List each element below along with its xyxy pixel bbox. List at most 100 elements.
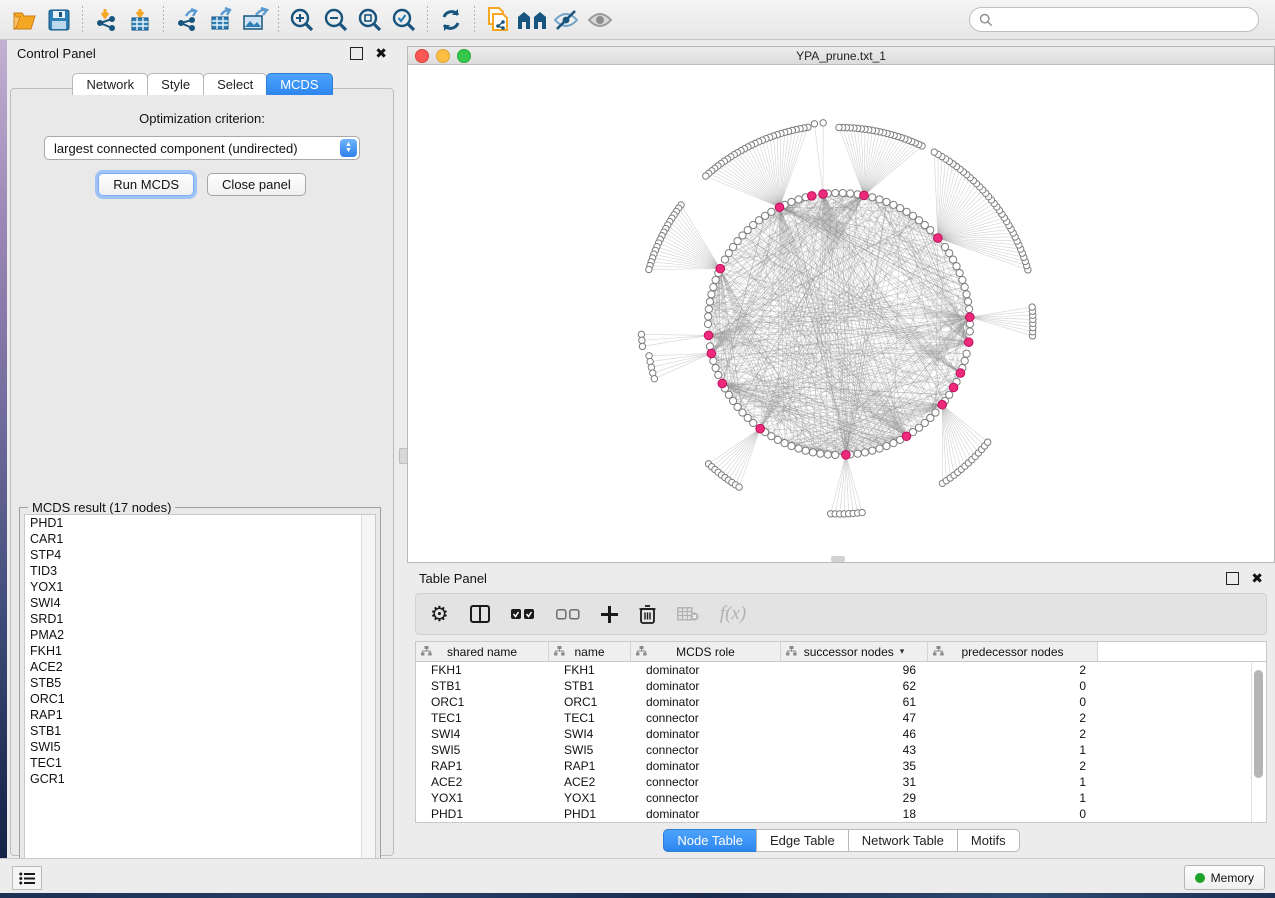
graph-node[interactable] <box>715 371 722 378</box>
horizontal-splitter-grabber[interactable] <box>831 556 845 562</box>
graph-node[interactable] <box>890 440 897 447</box>
mcds-list-item[interactable]: YOX1 <box>25 579 375 595</box>
mcds-list-item[interactable]: RAP1 <box>25 707 375 723</box>
graph-leaf-node[interactable] <box>931 149 937 155</box>
table-row[interactable]: RAP1RAP1dominator352 <box>416 758 1266 774</box>
graph-node[interactable] <box>705 313 712 320</box>
graph-node[interactable] <box>854 450 861 457</box>
mcds-list-item[interactable]: FKH1 <box>25 643 375 659</box>
node-table[interactable]: shared namenameMCDS rolesuccessor nodes▾… <box>415 641 1267 823</box>
graph-mcds-hub-node[interactable] <box>860 191 869 200</box>
table-row[interactable]: PHD1PHD1dominator180 <box>416 806 1266 822</box>
graph-node[interactable] <box>869 447 876 454</box>
refresh-layout-button[interactable] <box>434 4 468 36</box>
graph-node[interactable] <box>959 276 966 283</box>
export-table-button[interactable] <box>204 4 238 36</box>
hide-selected-button[interactable] <box>549 4 583 36</box>
graph-leaf-node[interactable] <box>836 124 842 130</box>
graph-mcds-hub-node[interactable] <box>902 432 911 441</box>
table-row[interactable]: SWI4SWI4dominator462 <box>416 726 1266 742</box>
delete-column-trash-icon[interactable] <box>639 605 656 624</box>
mcds-list-item[interactable]: TEC1 <box>25 755 375 771</box>
graph-leaf-node[interactable] <box>646 266 652 272</box>
graph-leaf-node[interactable] <box>639 337 645 343</box>
graph-mcds-hub-node[interactable] <box>716 264 725 273</box>
graph-node[interactable] <box>869 194 876 201</box>
graph-node[interactable] <box>932 409 939 416</box>
graph-node[interactable] <box>903 208 910 215</box>
graph-mcds-hub-node[interactable] <box>938 400 947 409</box>
graph-mcds-hub-node[interactable] <box>964 338 973 347</box>
graph-node[interactable] <box>883 198 890 205</box>
table-row[interactable]: STB1STB1dominator620 <box>416 678 1266 694</box>
zoom-out-button[interactable] <box>319 4 353 36</box>
graph-node[interactable] <box>725 250 732 257</box>
graph-node[interactable] <box>708 291 715 298</box>
table-row[interactable]: SWI5SWI5connector431 <box>416 742 1266 758</box>
graph-leaf-node[interactable] <box>811 121 817 127</box>
network-canvas-svg[interactable] <box>408 65 1274 562</box>
clone-network-button[interactable] <box>481 4 515 36</box>
graph-mcds-hub-node[interactable] <box>704 331 713 340</box>
close-panel-button[interactable]: Close panel <box>207 173 306 196</box>
graph-node[interactable] <box>961 357 968 364</box>
tab-network[interactable]: Network <box>72 73 148 95</box>
graph-mcds-hub-node[interactable] <box>807 192 816 201</box>
graph-node[interactable] <box>712 364 719 371</box>
save-session-button[interactable] <box>42 4 76 36</box>
graph-leaf-node[interactable] <box>859 509 865 515</box>
memory-button[interactable]: Memory <box>1184 865 1265 890</box>
table-row[interactable]: ORC1ORC1dominator610 <box>416 694 1266 710</box>
graph-node[interactable] <box>839 189 846 196</box>
mcds-list-item[interactable]: STB1 <box>25 723 375 739</box>
graph-node[interactable] <box>795 196 802 203</box>
graph-mcds-hub-node[interactable] <box>934 234 943 243</box>
graph-node[interactable] <box>861 449 868 456</box>
close-table-panel-icon[interactable]: ✖ <box>1251 571 1263 585</box>
table-row[interactable]: TEC1TEC1connector472 <box>416 710 1266 726</box>
table-scrollbar[interactable] <box>1251 662 1265 822</box>
graph-node[interactable] <box>788 198 795 205</box>
zoom-selected-button[interactable] <box>387 4 421 36</box>
tab-mcds[interactable]: MCDS <box>266 73 332 95</box>
zoom-in-button[interactable] <box>285 4 319 36</box>
graph-node[interactable] <box>946 391 953 398</box>
graph-node[interactable] <box>953 263 960 270</box>
import-table-button[interactable] <box>123 4 157 36</box>
graph-leaf-node[interactable] <box>703 173 709 179</box>
graph-node[interactable] <box>876 196 883 203</box>
graph-node[interactable] <box>897 205 904 212</box>
search-input[interactable] <box>993 12 1249 28</box>
graph-leaf-node[interactable] <box>736 484 742 490</box>
export-network-button[interactable] <box>170 4 204 36</box>
graph-node[interactable] <box>802 447 809 454</box>
graph-mcds-hub-node[interactable] <box>707 349 716 358</box>
graph-node[interactable] <box>966 305 973 312</box>
mcds-list-scrollbar[interactable] <box>361 515 375 863</box>
graph-node[interactable] <box>712 276 719 283</box>
unselect-all-columns-icon[interactable] <box>556 609 580 620</box>
graph-node[interactable] <box>781 440 788 447</box>
column-header-shared-name[interactable]: shared name <box>416 642 549 661</box>
mcds-result-list[interactable]: PHD1CAR1STP4TID3YOX1SWI4SRD1PMA2FKH1ACE2… <box>24 514 376 864</box>
create-column-icon[interactable] <box>601 606 618 623</box>
graph-leaf-node[interactable] <box>984 439 990 445</box>
task-history-button[interactable] <box>12 866 42 890</box>
tab-network-table[interactable]: Network Table <box>848 829 958 852</box>
mcds-list-item[interactable]: ORC1 <box>25 691 375 707</box>
network-window-titlebar[interactable]: YPA_prune.txt_1 <box>408 47 1274 65</box>
graph-node[interactable] <box>706 298 713 305</box>
graph-leaf-node[interactable] <box>639 343 645 349</box>
graph-node[interactable] <box>750 419 757 426</box>
graph-node[interactable] <box>832 189 839 196</box>
import-network-button[interactable] <box>89 4 123 36</box>
graph-node[interactable] <box>795 445 802 452</box>
graph-leaf-node[interactable] <box>820 120 826 126</box>
graph-node[interactable] <box>710 357 717 364</box>
float-table-panel-icon[interactable] <box>1226 572 1239 585</box>
graph-node[interactable] <box>963 350 970 357</box>
first-neighbors-button[interactable] <box>515 4 549 36</box>
graph-node[interactable] <box>964 298 971 305</box>
graph-node[interactable] <box>876 445 883 452</box>
graph-node[interactable] <box>956 269 963 276</box>
